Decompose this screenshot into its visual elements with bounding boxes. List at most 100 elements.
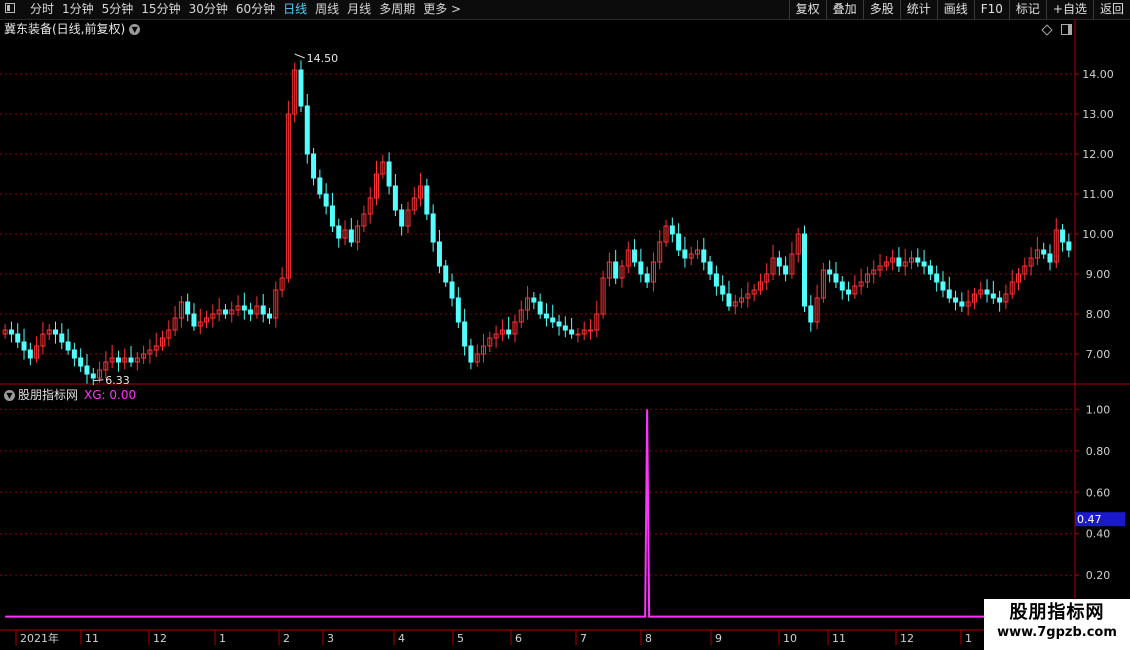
- candle-body: [833, 273, 839, 283]
- candle-body: [997, 297, 1003, 303]
- candle-body: [707, 261, 713, 275]
- candle-body: [676, 233, 682, 251]
- candle-body: [940, 281, 946, 291]
- candle-body: [638, 261, 644, 275]
- annotation-label: 6.33: [105, 374, 130, 387]
- candle-body: [846, 289, 852, 295]
- candle-body: [644, 273, 650, 283]
- candle-body: [90, 373, 96, 379]
- x-tick-label: 3: [327, 632, 334, 645]
- x-tick-label: 8: [645, 632, 652, 645]
- candle-body: [298, 69, 304, 107]
- candle-body: [317, 177, 323, 195]
- candle-body: [84, 365, 90, 375]
- candle-body: [443, 265, 449, 283]
- candle-body: [613, 261, 619, 279]
- x-tick-label: 7: [580, 632, 587, 645]
- candle-body: [575, 333, 581, 336]
- x-tick-label: 2021年: [20, 631, 59, 645]
- candle-body: [53, 329, 58, 335]
- x-tick-label: 10: [783, 632, 797, 645]
- candle-body: [222, 309, 228, 315]
- candle-body: [531, 297, 537, 303]
- x-tick-label: 5: [457, 632, 464, 645]
- candle-body: [191, 313, 197, 327]
- y-tick-label: 0.20: [1086, 569, 1111, 582]
- candle-body: [304, 105, 310, 155]
- x-tick-label: 6: [515, 632, 522, 645]
- candle-body: [1041, 249, 1047, 255]
- candle-body: [336, 225, 342, 239]
- candle-body: [588, 329, 593, 332]
- watermark-url: www.7gpzb.com: [997, 625, 1117, 640]
- candle-body: [399, 209, 405, 227]
- candle-body: [543, 313, 549, 319]
- candle-body: [808, 305, 814, 323]
- x-tick-label: 9: [715, 632, 722, 645]
- annotation-line: [93, 379, 104, 382]
- candle-body: [802, 233, 807, 307]
- x-tick-label: 11: [832, 632, 846, 645]
- xg-line: [5, 409, 1069, 618]
- candle-body: [8, 329, 14, 335]
- candle-body: [185, 301, 191, 315]
- watermark-title: 股朋指标网: [1009, 602, 1105, 623]
- candle-body: [128, 357, 134, 363]
- candle-body: [726, 293, 732, 307]
- candle-body: [506, 329, 512, 335]
- x-tick-label: 12: [900, 632, 914, 645]
- candle-body: [934, 273, 940, 283]
- candle-body: [27, 349, 33, 359]
- candle-body: [921, 261, 927, 267]
- candle-body: [1047, 253, 1053, 263]
- watermark: 股朋指标网 www.7gpzb.com: [984, 599, 1130, 650]
- y-tick-label: 14.00: [1082, 68, 1114, 81]
- y-tick-label: 8.00: [1086, 308, 1111, 321]
- candle-body: [71, 349, 77, 359]
- candle-body: [78, 357, 84, 367]
- y-tick-label: 0.40: [1086, 528, 1111, 541]
- y-tick-label: 10.00: [1082, 228, 1114, 241]
- candle-body: [839, 281, 845, 291]
- y-tick-label: 9.00: [1086, 268, 1111, 281]
- x-tick-label: 11: [85, 632, 99, 645]
- candle-body: [953, 297, 959, 303]
- candle-body: [701, 249, 707, 263]
- candle-body: [896, 257, 902, 267]
- candle-body: [449, 281, 455, 299]
- candle-body: [323, 193, 329, 207]
- candle-body: [267, 313, 272, 319]
- y-tick-label: 1.00: [1086, 403, 1111, 416]
- candle-body: [915, 257, 921, 263]
- candle-body: [669, 225, 675, 235]
- candle-body: [436, 241, 442, 267]
- candle-body: [720, 285, 726, 295]
- y-tick-label: 0.60: [1086, 486, 1111, 499]
- y-tick-label: 11.00: [1082, 188, 1114, 201]
- candle-body: [827, 269, 833, 275]
- x-tick-label: 1: [965, 632, 972, 645]
- candle-body: [783, 265, 789, 275]
- candle-body: [386, 161, 392, 187]
- candle-body: [1060, 229, 1066, 243]
- y-tick-label: 13.00: [1082, 108, 1114, 121]
- current-value-label: 0.47: [1077, 513, 1102, 526]
- candle-body: [115, 357, 121, 363]
- candle-body: [990, 293, 996, 299]
- candle-body: [462, 321, 468, 347]
- y-tick-label: 12.00: [1082, 148, 1114, 161]
- candle-body: [984, 289, 990, 295]
- x-tick-label: 4: [398, 632, 405, 645]
- x-tick-label: 12: [153, 632, 167, 645]
- candle-body: [65, 341, 71, 351]
- chart-canvas: 7.008.009.0010.0011.0012.0013.0014.000.2…: [0, 19, 1130, 645]
- candle-body: [550, 317, 556, 323]
- candle-body: [15, 333, 21, 343]
- candle-body: [21, 341, 27, 351]
- candle-body: [248, 309, 254, 315]
- candle-body: [392, 185, 398, 211]
- candle-body: [424, 185, 430, 215]
- candle-body: [260, 305, 266, 315]
- annotation-label: 14.50: [307, 52, 339, 65]
- candle-body: [927, 265, 933, 275]
